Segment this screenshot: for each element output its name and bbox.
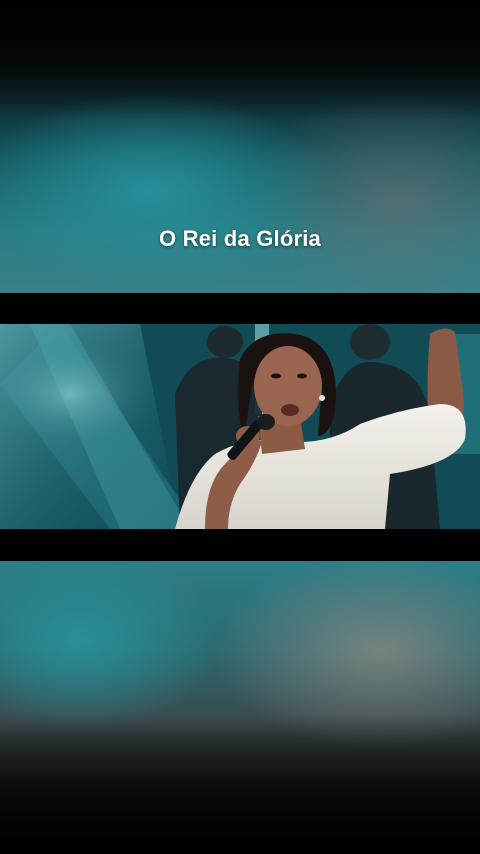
video-player-screen[interactable]: O Rei da Glória [0, 0, 480, 854]
video-frame[interactable] [0, 324, 480, 529]
video-still-image [0, 324, 480, 529]
letterbox-bar-bottom [0, 529, 480, 561]
letterbox-bar-top [0, 293, 480, 324]
blurred-backdrop-bottom [0, 561, 480, 854]
video-title: O Rei da Glória [159, 226, 321, 251]
